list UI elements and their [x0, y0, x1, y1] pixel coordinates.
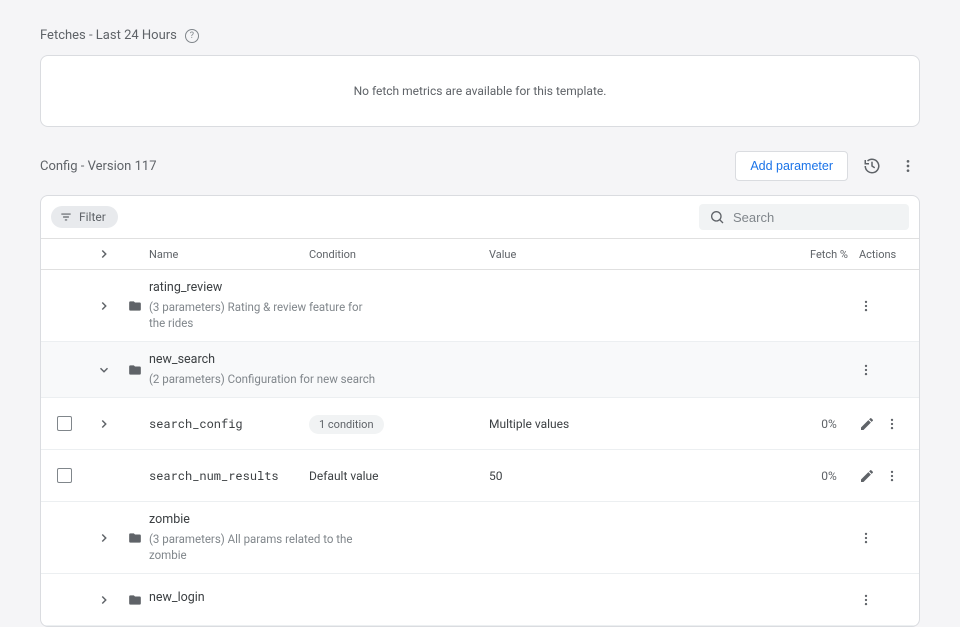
group-name-block: new_search (2 parameters) Configuration f… — [149, 352, 739, 387]
chevron-right-icon[interactable] — [87, 593, 121, 607]
row-more-icon[interactable] — [859, 299, 873, 313]
chevron-right-icon[interactable] — [87, 531, 121, 545]
col-name: Name — [149, 248, 309, 261]
chevron-right-icon[interactable] — [87, 299, 121, 313]
group-row[interactable]: rating_review (3 parameters) Rating & rev… — [41, 270, 919, 342]
row-more-icon[interactable] — [859, 363, 873, 377]
group-name-block: rating_review (3 parameters) Rating & rev… — [149, 280, 739, 331]
param-condition: 1 condition — [309, 417, 489, 431]
fetches-title-text: Fetches - Last 24 Hours — [40, 28, 177, 43]
group-desc: (3 parameters) Rating & review feature f… — [149, 299, 379, 331]
fetches-empty-text: No fetch metrics are available for this … — [354, 84, 607, 98]
group-row[interactable]: zombie (3 parameters) All params related … — [41, 502, 919, 574]
search-icon — [709, 209, 725, 225]
search-box[interactable] — [699, 204, 909, 230]
history-icon[interactable] — [860, 154, 884, 178]
folder-icon — [121, 593, 149, 607]
chevron-down-icon[interactable] — [87, 363, 121, 377]
col-value: Value — [489, 248, 739, 261]
param-fetch-pct: 0% — [799, 417, 859, 431]
chevron-right-icon[interactable] — [87, 417, 121, 431]
config-table: Filter Name Condition Value Fetch % Acti… — [40, 195, 920, 627]
folder-icon — [121, 531, 149, 545]
group-name-block: new_login — [149, 590, 739, 609]
col-condition: Condition — [309, 248, 489, 261]
fetches-title: Fetches - Last 24 Hours ? — [40, 28, 920, 43]
group-row[interactable]: new_search (2 parameters) Configuration f… — [41, 342, 919, 398]
filter-label: Filter — [79, 210, 106, 224]
edit-icon[interactable] — [859, 416, 875, 432]
group-name: new_search — [149, 352, 739, 367]
row-more-icon[interactable] — [885, 417, 899, 431]
add-parameter-button[interactable]: Add parameter — [735, 151, 848, 181]
param-row[interactable]: search_config1 conditionMultiple values 0… — [41, 398, 919, 450]
fetches-empty-card: No fetch metrics are available for this … — [40, 55, 920, 127]
param-row[interactable]: search_num_resultsDefault value50 0% — [41, 450, 919, 502]
group-name: rating_review — [149, 280, 739, 295]
col-actions: Actions — [859, 248, 919, 261]
more-icon[interactable] — [896, 154, 920, 178]
col-fetch-pct: Fetch % — [799, 248, 859, 261]
chevron-right-icon[interactable] — [87, 247, 121, 261]
filter-icon — [59, 210, 73, 224]
search-input[interactable] — [733, 210, 909, 225]
row-more-icon[interactable] — [885, 469, 899, 483]
group-name-block: zombie (3 parameters) All params related … — [149, 512, 739, 563]
edit-icon[interactable] — [859, 468, 875, 484]
group-name: zombie — [149, 512, 739, 527]
group-name: new_login — [149, 590, 739, 605]
param-name: search_num_results — [149, 468, 309, 484]
row-more-icon[interactable] — [859, 593, 873, 607]
folder-icon — [121, 363, 149, 377]
param-value: Multiple values — [489, 417, 739, 431]
param-name: search_config — [149, 416, 309, 432]
param-value: 50 — [489, 469, 739, 483]
param-fetch-pct: 0% — [799, 469, 859, 483]
table-header: Name Condition Value Fetch % Actions — [41, 238, 919, 270]
row-checkbox[interactable] — [41, 416, 87, 431]
param-condition: Default value — [309, 469, 489, 483]
group-desc: (2 parameters) Configuration for new sea… — [149, 371, 379, 387]
row-checkbox[interactable] — [41, 468, 87, 483]
row-more-icon[interactable] — [859, 531, 873, 545]
config-title: Config - Version 117 — [40, 159, 157, 174]
filter-chip[interactable]: Filter — [51, 206, 118, 228]
help-icon[interactable]: ? — [185, 29, 199, 43]
folder-icon — [121, 299, 149, 313]
group-row[interactable]: new_login — [41, 574, 919, 626]
group-desc: (3 parameters) All params related to the… — [149, 531, 379, 563]
